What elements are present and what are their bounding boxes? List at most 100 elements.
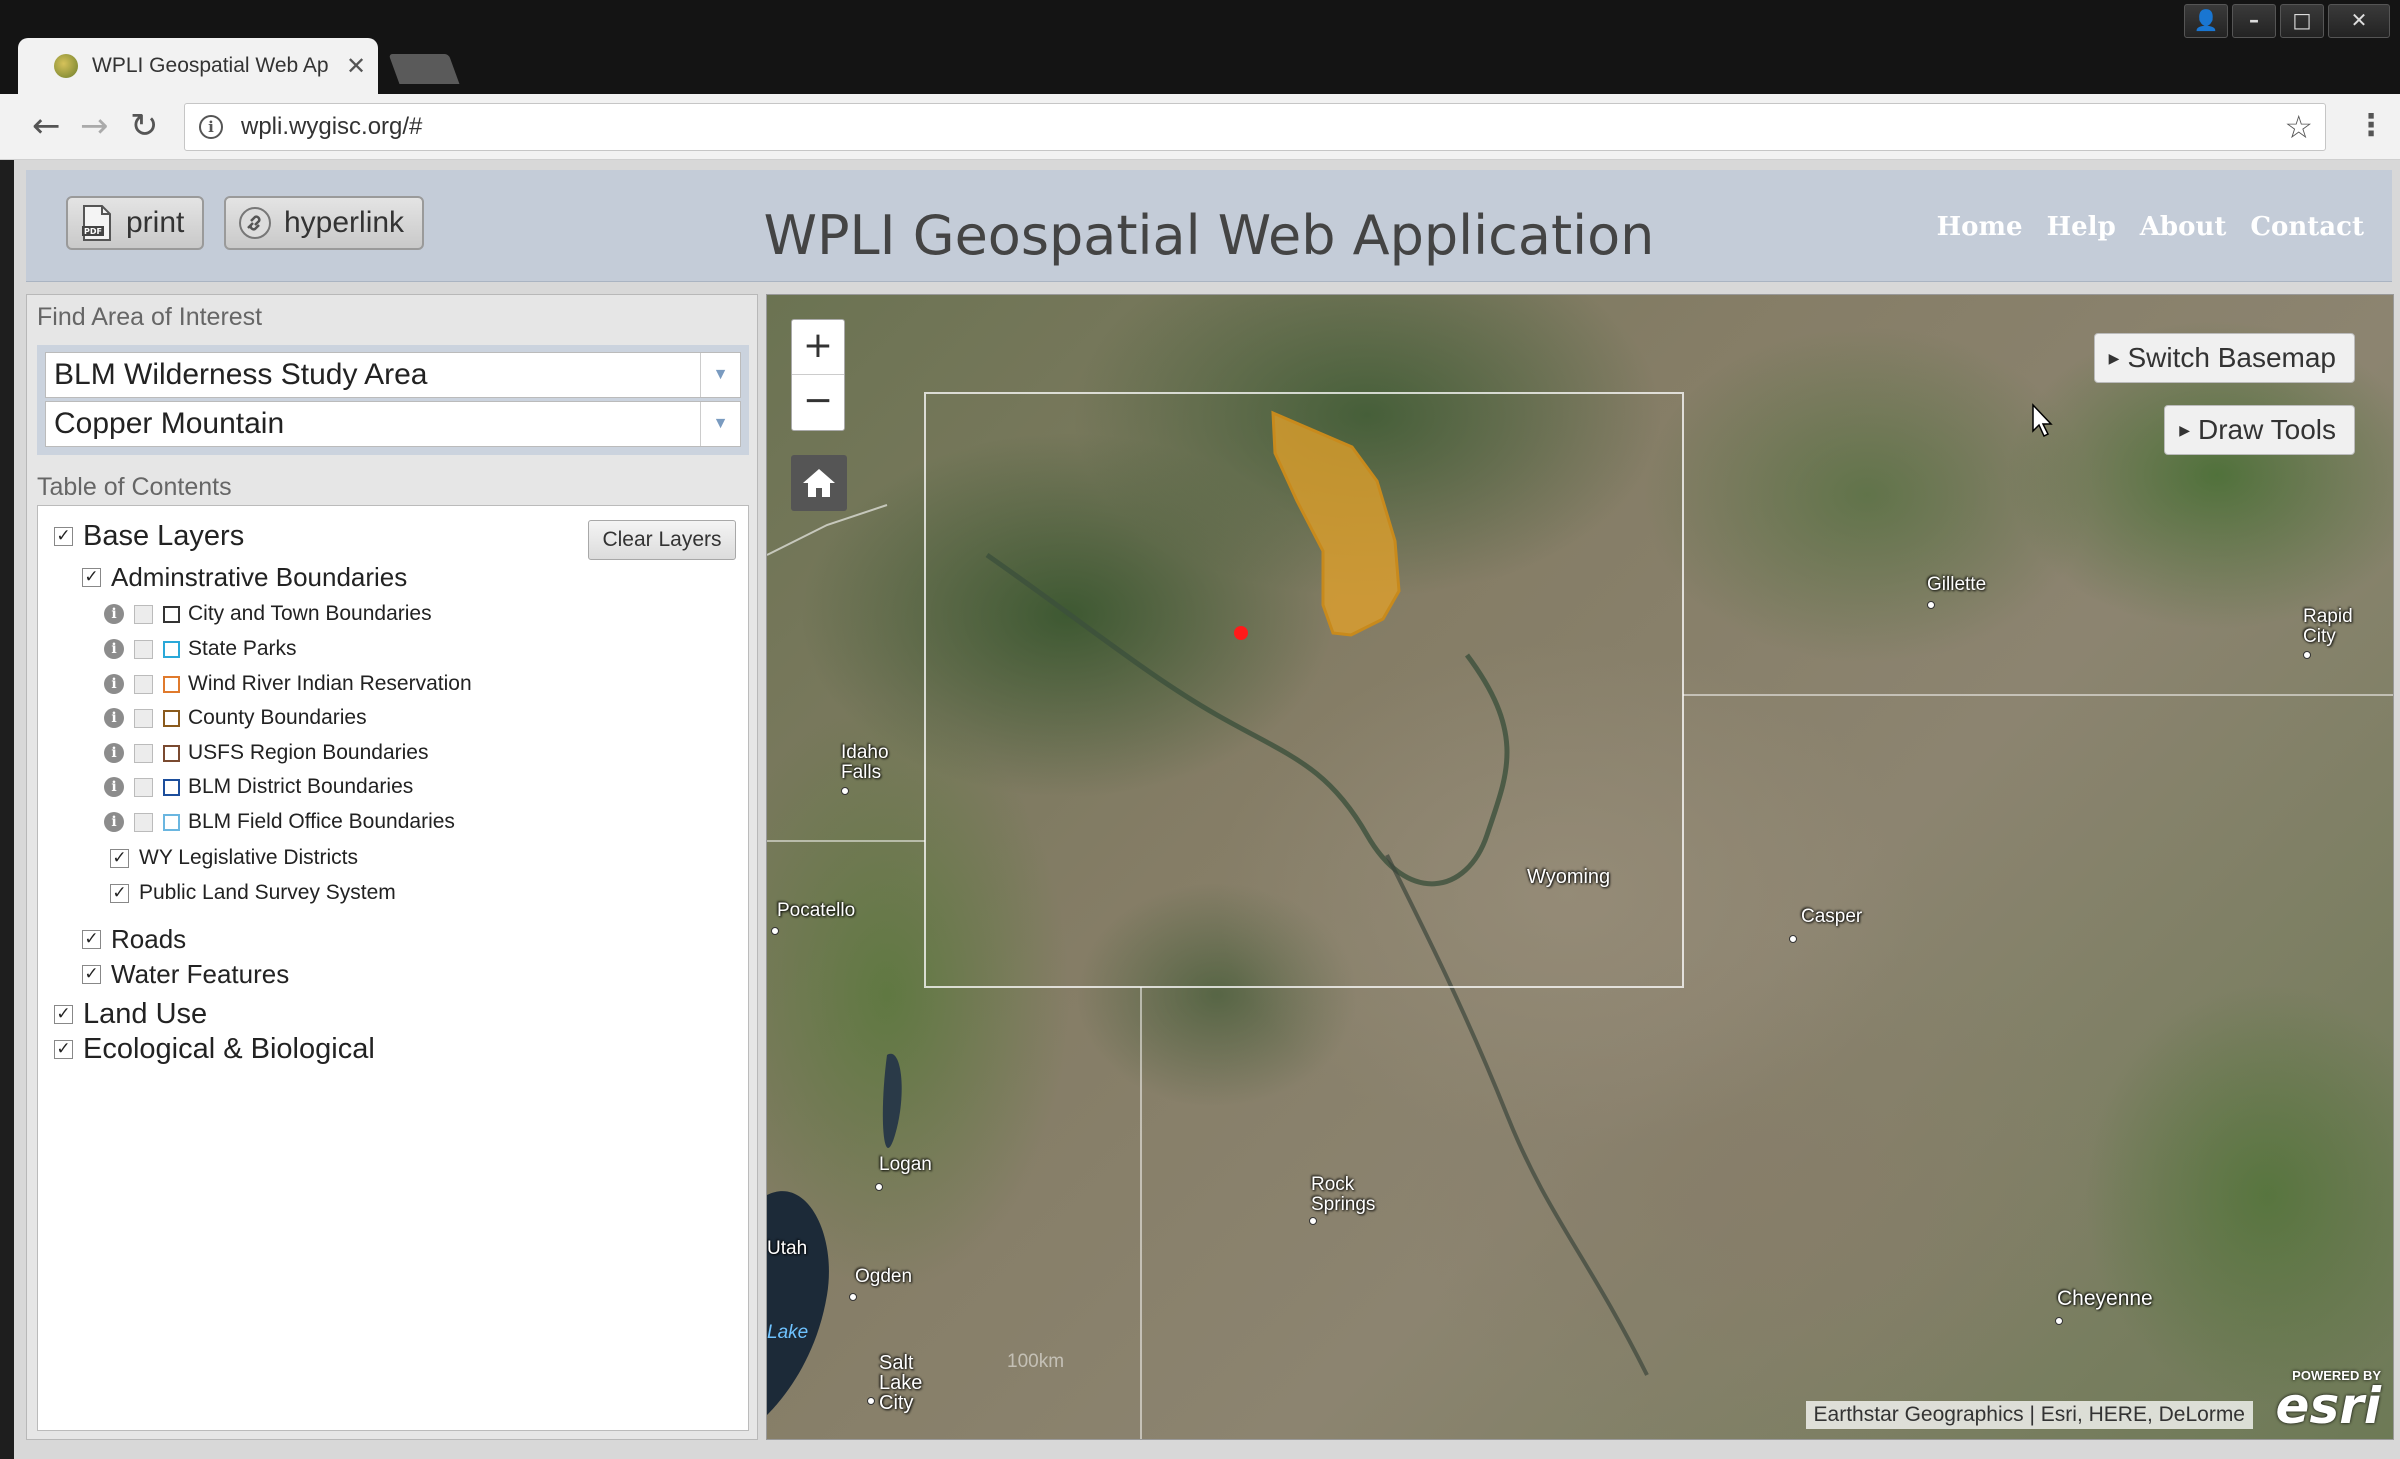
river-line: [985, 552, 1510, 887]
nav-help[interactable]: Help: [2047, 212, 2116, 242]
window-controls: 👤 – □ ✕: [2184, 4, 2390, 38]
layer-group-water: ✓ Water Features: [82, 959, 289, 990]
maximize-button[interactable]: □: [2280, 4, 2324, 38]
roads-checkbox[interactable]: ✓: [82, 930, 101, 949]
layer-label: Base Layers: [83, 520, 245, 552]
layer-checkbox[interactable]: [134, 777, 153, 797]
zoom-out-button[interactable]: −: [792, 375, 844, 430]
url-text: wpli.wygisc.org/#: [241, 113, 423, 140]
layer-checkbox[interactable]: [134, 639, 153, 659]
layer-label: WY Legislative Districts: [139, 846, 359, 869]
area-type-select[interactable]: BLM Wilderness Study Area ▼: [45, 352, 741, 398]
layer-item: i USFS Region Boundaries: [104, 741, 428, 765]
layer-label: BLM District Boundaries: [188, 775, 414, 798]
layer-label: County Boundaries: [188, 706, 367, 729]
legend-swatch: [163, 675, 180, 693]
city-dot: [841, 787, 849, 795]
tab-close-icon[interactable]: ✕: [346, 52, 366, 81]
switch-basemap-button[interactable]: ▶ Switch Basemap: [2093, 333, 2355, 383]
layer-group-admin: ✓ Adminstrative Boundaries: [82, 562, 407, 593]
nav-contact[interactable]: Contact: [2250, 212, 2364, 242]
find-area-label: Find Area of Interest: [37, 303, 263, 331]
layer-item: i County Boundaries: [104, 706, 367, 730]
city-dot: [849, 1293, 857, 1301]
layer-checkbox[interactable]: [134, 604, 153, 624]
city-dot: [867, 1397, 875, 1405]
layer-checkbox[interactable]: [134, 743, 153, 763]
layer-item: i Wind River Indian Reservation: [104, 672, 472, 696]
eco-bio-checkbox[interactable]: ✓: [54, 1040, 73, 1059]
layer-group-landuse: ✓ Land Use: [54, 998, 207, 1031]
profile-button[interactable]: 👤: [2184, 4, 2228, 38]
map-view[interactable]: + − ▶ Switch Basemap ▶ Draw Tools Gillet…: [766, 294, 2394, 1440]
zoom-in-button[interactable]: +: [792, 320, 844, 375]
city-label: Rapid City: [2303, 606, 2353, 647]
toc-label: Table of Contents: [37, 473, 232, 501]
layer-checkbox[interactable]: ✓: [110, 848, 129, 868]
city-dot: [2055, 1317, 2063, 1325]
chevron-down-icon[interactable]: ▼: [700, 353, 740, 397]
layer-checkbox[interactable]: ✓: [110, 883, 129, 903]
layer-label: City and Town Boundaries: [188, 602, 432, 625]
close-window-button[interactable]: ✕: [2328, 4, 2390, 38]
area-name-select[interactable]: Copper Mountain ▼: [45, 401, 741, 447]
caret-right-icon: ▶: [2179, 421, 2191, 438]
area-of-interest-polygon: [1271, 410, 1401, 637]
esri-logo[interactable]: POWERED BY esri: [2276, 1368, 2381, 1431]
layer-label: BLM Field Office Boundaries: [188, 810, 455, 833]
layer-label: Roads: [111, 924, 187, 954]
site-info-icon[interactable]: i: [199, 115, 223, 139]
info-icon[interactable]: i: [104, 639, 124, 659]
table-of-contents: Clear Layers ✓ Base Layers ✓ Adminstrati…: [37, 505, 749, 1431]
nav-about[interactable]: About: [2140, 212, 2227, 242]
reload-icon[interactable]: ↻: [130, 106, 159, 146]
city-dot: [2303, 651, 2311, 659]
admin-boundaries-checkbox[interactable]: ✓: [82, 568, 101, 587]
browser-menu-icon[interactable]: ⋮: [2356, 108, 2386, 144]
minimize-button[interactable]: –: [2232, 4, 2276, 38]
legend-swatch: [163, 778, 180, 796]
base-layers-checkbox[interactable]: ✓: [54, 527, 73, 546]
info-icon[interactable]: i: [104, 812, 124, 832]
browser-tab[interactable]: WPLI Geospatial Web Ap ✕: [18, 38, 378, 94]
layer-label: Adminstrative Boundaries: [111, 562, 408, 592]
back-icon[interactable]: ←: [32, 106, 61, 146]
nav-home[interactable]: Home: [1937, 212, 2023, 242]
info-icon[interactable]: i: [104, 708, 124, 728]
city-dot: [1927, 601, 1935, 609]
layer-item: i State Parks: [104, 637, 297, 661]
legend-swatch: [163, 744, 180, 762]
home-extent-button[interactable]: [791, 455, 847, 511]
draw-tools-button[interactable]: ▶ Draw Tools: [2164, 405, 2355, 455]
info-icon[interactable]: i: [104, 674, 124, 694]
new-tab-button[interactable]: [388, 54, 460, 84]
layer-item: ✓ WY Legislative Districts: [110, 846, 358, 870]
mouse-cursor-icon: [2032, 403, 2053, 438]
app-header: PDF print hyperlink WPLI Geospatial Web …: [26, 170, 2392, 282]
layer-checkbox[interactable]: [134, 674, 153, 694]
layer-label: Water Features: [111, 959, 290, 989]
water-checkbox[interactable]: ✓: [82, 965, 101, 984]
switch-basemap-label: Switch Basemap: [2127, 342, 2336, 373]
layer-checkbox[interactable]: [134, 708, 153, 728]
land-use-checkbox[interactable]: ✓: [54, 1005, 73, 1024]
browser-chrome: 👤 – □ ✕ WPLI Geospatial Web Ap ✕ ← → ↻ i…: [0, 0, 2400, 160]
info-icon[interactable]: i: [104, 743, 124, 763]
layer-checkbox[interactable]: [134, 812, 153, 832]
layer-label: Public Land Survey System: [139, 881, 396, 904]
location-point: [1234, 626, 1248, 640]
city-label: Ogden: [855, 1266, 913, 1287]
app-root: PDF print hyperlink WPLI Geospatial Web …: [14, 160, 2400, 1459]
bookmark-star-icon[interactable]: ☆: [2284, 108, 2313, 146]
legend-swatch: [163, 709, 180, 727]
forward-icon[interactable]: →: [80, 106, 109, 146]
state-border: [767, 504, 888, 556]
clear-layers-button[interactable]: Clear Layers: [588, 520, 736, 560]
layer-label: Wind River Indian Reservation: [188, 672, 472, 695]
chevron-down-icon[interactable]: ▼: [700, 402, 740, 446]
layer-label: USFS Region Boundaries: [188, 741, 429, 764]
info-icon[interactable]: i: [104, 777, 124, 797]
info-icon[interactable]: i: [104, 604, 124, 624]
legend-swatch: [163, 605, 180, 623]
address-bar[interactable]: i wpli.wygisc.org/# ☆: [184, 103, 2326, 151]
